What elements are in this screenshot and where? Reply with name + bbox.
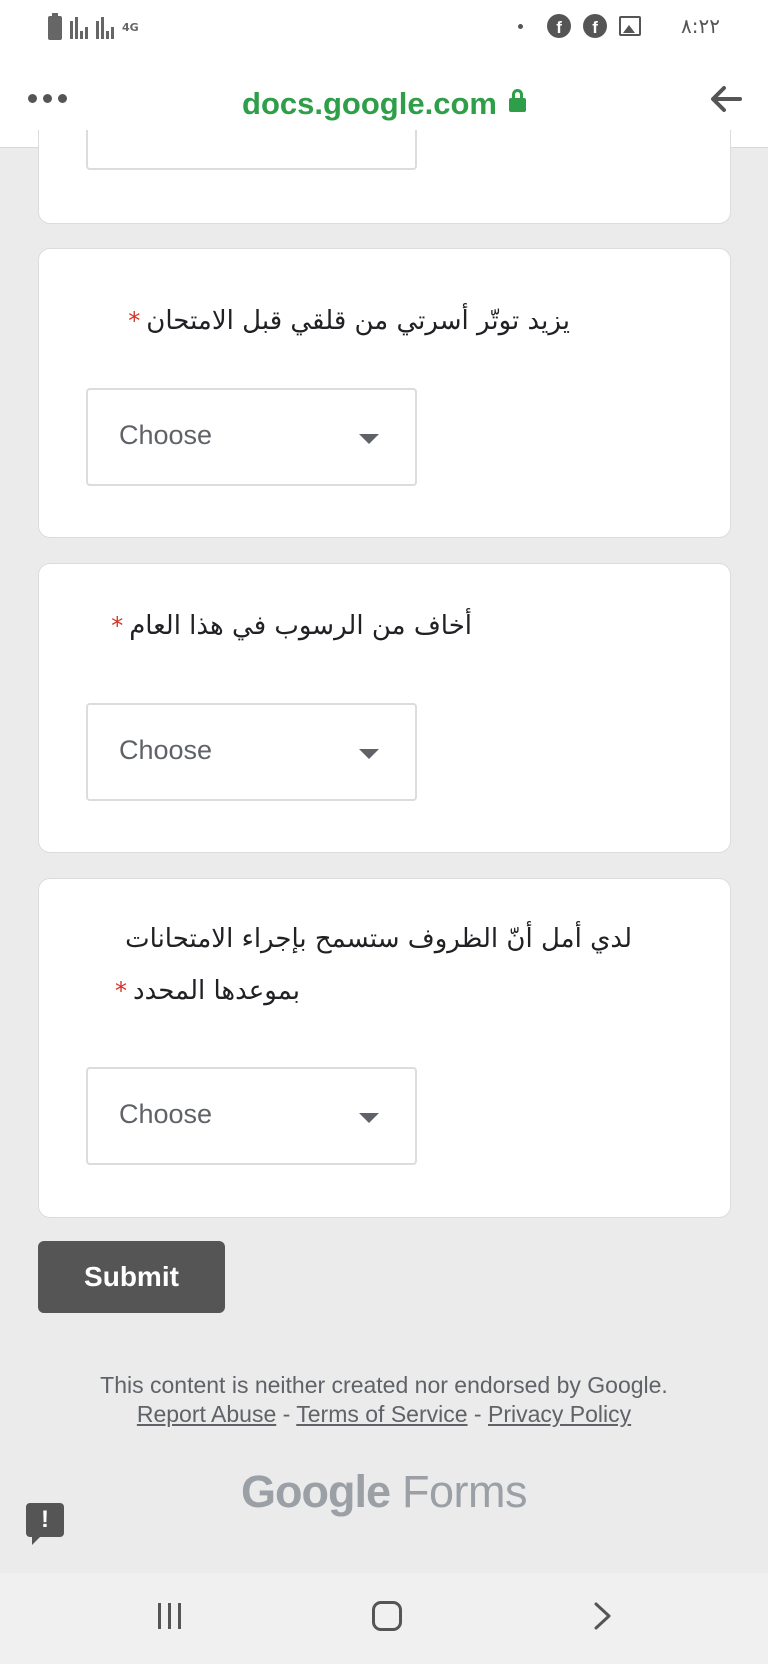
submit-button[interactable]: Submit [38, 1241, 225, 1313]
link-separator: - [467, 1401, 488, 1427]
dropdown-select[interactable]: Choose [86, 703, 417, 801]
facebook-icon: f [547, 14, 572, 38]
question-text-line2: بموعدها المحدد [133, 976, 300, 1006]
dropdown-caret-icon [359, 1113, 379, 1123]
required-asterisk: * [111, 612, 124, 640]
status-bar: 4G f f ٨:٢٢ [0, 0, 768, 58]
question-text: أخاف من الرسوب في هذا العام [129, 611, 472, 641]
facebook-icon: f [583, 14, 608, 38]
dropdown-caret-icon [359, 749, 379, 759]
dropdown-select[interactable] [86, 130, 417, 170]
lock-icon [508, 89, 526, 112]
clock: ٨:٢٢ [681, 14, 720, 38]
brand-forms: Forms [402, 1466, 528, 1517]
notification-dot-icon [518, 23, 524, 29]
question-card: لدي أمل أنّ الظروف ستسمح بإجراء الامتحان… [38, 878, 731, 1218]
dropdown-caret-icon [359, 434, 379, 444]
status-right: f f ٨:٢٢ [518, 14, 720, 38]
question-text: يزيد توتّر أسرتي من قلقي قبل الامتحان [146, 306, 570, 336]
report-abuse-link[interactable]: Report Abuse [137, 1401, 276, 1427]
recents-icon[interactable] [158, 1603, 181, 1629]
select-placeholder: Choose [119, 420, 213, 450]
required-asterisk: * [128, 307, 141, 335]
back-arrow-icon[interactable] [708, 82, 742, 116]
link-separator: - [276, 1401, 297, 1427]
signal-icon [96, 17, 114, 39]
dropdown-select[interactable]: Choose [86, 1067, 417, 1165]
footer-links: Report Abuse - Terms of Service - Privac… [0, 1400, 768, 1429]
required-asterisk: * [115, 977, 128, 1005]
google-forms-logo[interactable]: Google Forms [0, 1466, 768, 1518]
brand-google: Google [240, 1466, 391, 1517]
question-title: لدي أمل أنّ الظروف ستسمح بإجراء الامتحان… [125, 913, 632, 965]
url-text: docs.google.com [242, 86, 497, 121]
privacy-policy-link[interactable]: Privacy Policy [488, 1401, 631, 1427]
select-placeholder: Choose [119, 1099, 213, 1129]
question-title-line2: بموعدها المحدد* [115, 965, 300, 1017]
question-card: يزيد توتّر أسرتي من قلقي قبل الامتحان* C… [38, 248, 731, 538]
feedback-icon[interactable]: ! [26, 1503, 64, 1545]
network-type: 4G [122, 21, 139, 34]
disclaimer-text: This content is neither created nor endo… [100, 1372, 668, 1398]
question-title: يزيد توتّر أسرتي من قلقي قبل الامتحان* [128, 295, 570, 347]
dropdown-select[interactable]: Choose [86, 388, 417, 486]
question-text-line1: لدي أمل أنّ الظروف ستسمح بإجراء الامتحان… [125, 924, 632, 954]
image-icon [619, 16, 642, 36]
terms-of-service-link[interactable]: Terms of Service [296, 1401, 467, 1427]
url-display[interactable]: docs.google.com [0, 86, 768, 122]
question-card: أخاف من الرسوب في هذا العام* Choose [38, 563, 731, 853]
question-title: أخاف من الرسوب في هذا العام* [111, 600, 472, 652]
signal-icon [70, 17, 88, 39]
nav-back-icon[interactable] [588, 1601, 618, 1631]
battery-icon [48, 13, 62, 40]
select-placeholder: Choose [119, 735, 213, 765]
question-card-partial [38, 130, 731, 224]
system-nav-bar [0, 1573, 768, 1664]
home-icon[interactable] [372, 1601, 402, 1631]
status-left: 4G [48, 13, 139, 40]
